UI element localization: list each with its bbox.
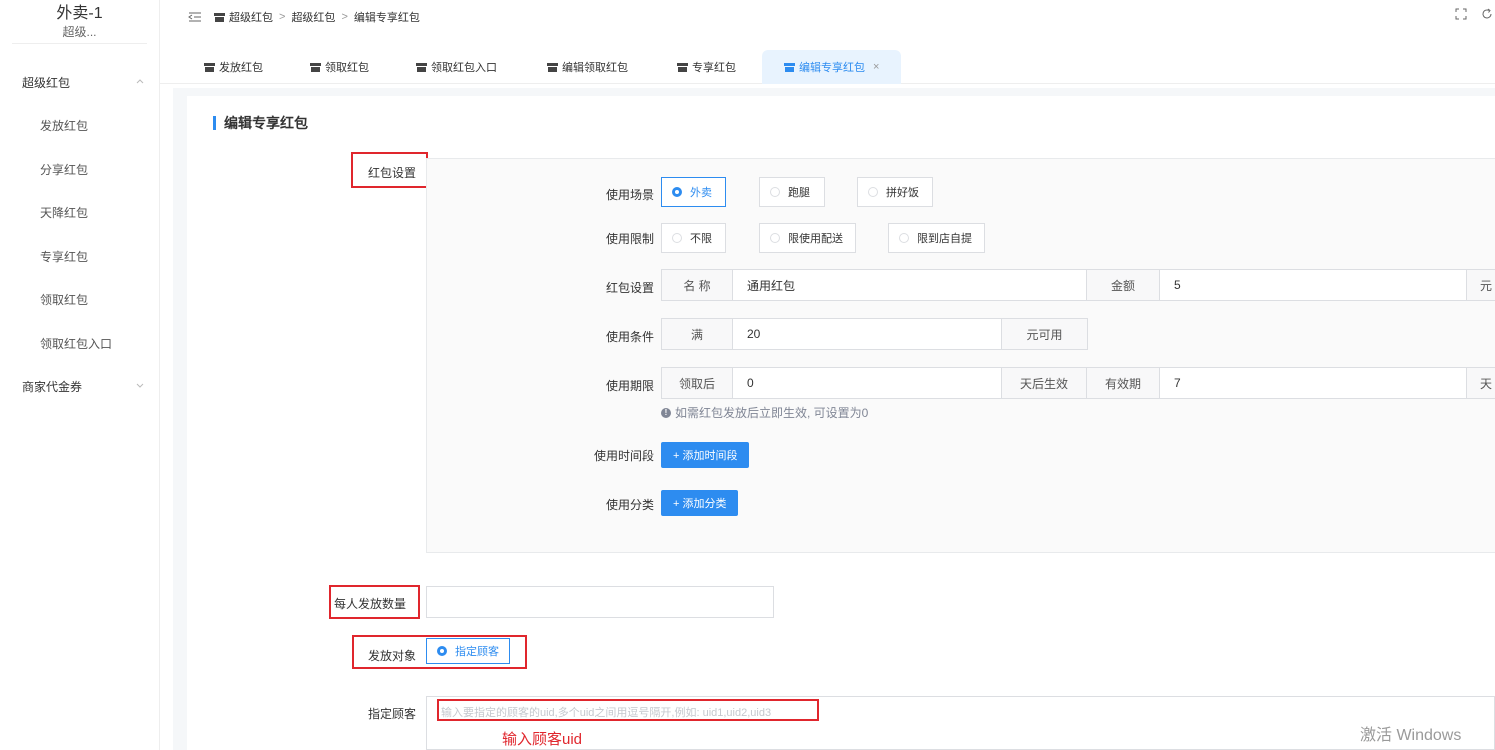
tab-edit-exclusive-redpacket[interactable]: 编辑专享红包 × (762, 50, 902, 84)
radio-limit-pickup[interactable]: 限到店自提 (888, 223, 985, 253)
period-prefix-addon: 领取后 (661, 367, 733, 399)
box-icon (547, 62, 558, 72)
radio-scene-waimai[interactable]: 外卖 (661, 177, 726, 207)
box-icon (214, 12, 225, 22)
scene-label: 使用场景 (605, 188, 654, 202)
menu-group-merchant-voucher[interactable]: 商家代金券 (0, 366, 160, 406)
breadcrumb-item[interactable]: 超级红包 (291, 9, 335, 25)
radio-dot (868, 187, 878, 197)
limit-label: 使用限制 (605, 232, 654, 246)
menu-group-label: 超级红包 (22, 75, 71, 90)
period-hint: ! 如需红包发放后立即生效, 可设置为0 (661, 404, 868, 421)
timeslot-label: 使用时间段 (593, 449, 654, 463)
breadcrumb-item: 编辑专享红包 (353, 12, 420, 24)
brand: 外卖-1 超级... (12, 0, 147, 44)
name-addon: 名 称 (661, 269, 733, 301)
box-icon (416, 62, 427, 72)
header: 超级红包 > 超级红包 > 编辑专享红包 (160, 0, 1495, 34)
sidebar-item-receive-redpacket[interactable]: 领取红包 (0, 279, 160, 319)
brand-title: 外卖-1 (56, 5, 103, 22)
radio-dot (672, 187, 682, 197)
period-suffix-addon: 天后生效 (1001, 367, 1087, 399)
settings-panel (426, 158, 1495, 553)
annotation-text: 输入顾客uid (502, 731, 583, 748)
period-input[interactable]: 0 (732, 367, 1002, 399)
menu-group-label: 商家代金券 (22, 379, 83, 394)
category-label: 使用分类 (605, 498, 654, 512)
radio-scene-errand[interactable]: 跑腿 (759, 177, 825, 207)
radio-limit-none[interactable]: 不限 (661, 223, 726, 253)
validity-input[interactable]: 7 (1159, 367, 1467, 399)
box-icon (677, 62, 688, 72)
period-label: 使用期限 (605, 379, 654, 393)
page-title: 编辑专享红包 (213, 116, 308, 130)
radio-dot (770, 187, 780, 197)
menu-fold-icon[interactable] (188, 11, 202, 23)
radio-dot (672, 233, 682, 243)
amount-unit-addon: 元 (1466, 269, 1495, 301)
sidebar-item-receive-entry[interactable]: 领取红包入口 (0, 323, 160, 363)
tab-exclusive-redpacket[interactable]: 专享红包 (677, 50, 736, 84)
sidebar-item-sky-redpacket[interactable]: 天降红包 (0, 192, 160, 232)
refresh-icon[interactable] (1481, 8, 1493, 20)
chevron-down-icon (136, 383, 144, 388)
box-icon (204, 62, 215, 72)
breadcrumb: 超级红包 > 超级红包 > 编辑专享红包 (214, 9, 420, 25)
chevron-up-icon (136, 79, 144, 84)
breadcrumb-item[interactable]: 超级红包 (229, 9, 273, 25)
box-icon (310, 62, 321, 72)
tab-receive-redpacket[interactable]: 领取红包 (310, 50, 369, 84)
sidebar-item-issue-redpacket[interactable]: 发放红包 (0, 105, 160, 145)
condition-label: 使用条件 (605, 330, 654, 344)
add-timeslot-button[interactable]: + 添加时间段 (661, 442, 750, 468)
condition-prefix-addon: 满 (661, 318, 733, 350)
sidebar-item-share-redpacket[interactable]: 分享红包 (0, 149, 160, 189)
specified-customer-label: 指定顾客 (368, 707, 417, 721)
fullscreen-icon[interactable] (1455, 8, 1467, 20)
tab-close-icon[interactable]: × (873, 61, 879, 73)
annotation-box (352, 635, 527, 669)
radio-dot (770, 233, 780, 243)
settings-label: 红包设置 (605, 281, 654, 295)
per-person-count-input[interactable] (426, 586, 774, 618)
radio-dot (899, 233, 909, 243)
annotation-box (437, 699, 819, 721)
radio-scene-group-meal[interactable]: 拼好饭 (857, 177, 933, 207)
validity-unit-addon: 天 (1466, 367, 1495, 399)
info-icon: ! (661, 407, 671, 418)
tab-issue-redpacket[interactable]: 发放红包 (204, 50, 263, 84)
menu-group-super-redpacket[interactable]: 超级红包 (0, 62, 160, 102)
tab-edit-receive-redpacket[interactable]: 编辑领取红包 (547, 50, 628, 84)
tab-receive-entry[interactable]: 领取红包入口 (416, 50, 497, 84)
box-icon (784, 62, 795, 72)
windows-watermark: 激活 Windows (1360, 727, 1462, 744)
radio-limit-delivery[interactable]: 限使用配送 (759, 223, 856, 253)
amount-addon: 金额 (1086, 269, 1160, 301)
tab-bar: 发放红包 领取红包 领取红包入口 编辑领取红包 专享红包 编辑专享红包 × (160, 50, 1495, 84)
amount-input[interactable]: 5 (1159, 269, 1467, 301)
condition-suffix-addon: 元可用 (1001, 318, 1088, 350)
annotation-box (329, 585, 420, 619)
condition-input[interactable]: 20 (732, 318, 1002, 350)
validity-addon: 有效期 (1086, 367, 1160, 399)
brand-subtitle: 超级... (62, 25, 97, 39)
add-category-button[interactable]: + 添加分类 (661, 490, 739, 516)
top-tools (1455, 8, 1493, 20)
sidebar: 外卖-1 超级... 超级红包 发放红包 分享红包 天降红包 专享红包 领取红包… (0, 0, 160, 750)
sidebar-item-exclusive-redpacket[interactable]: 专享红包 (0, 236, 160, 276)
name-input[interactable]: 通用红包 (732, 269, 1087, 301)
annotation-box (351, 152, 428, 188)
